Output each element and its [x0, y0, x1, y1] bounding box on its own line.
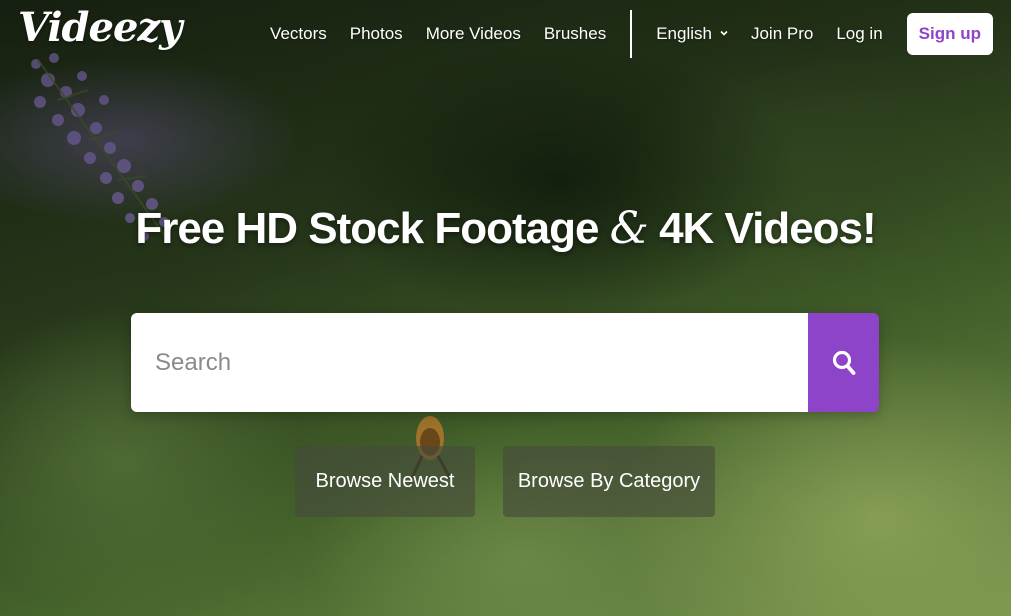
hero-title-part2: 4K Videos!	[659, 204, 877, 253]
nav-link-more-videos[interactable]: More Videos	[426, 24, 521, 44]
search-bar	[131, 313, 879, 412]
language-dropdown[interactable]: English	[656, 24, 728, 44]
chevron-down-icon	[720, 30, 728, 36]
nav-links: Vectors Photos More Videos Brushes Engli…	[270, 0, 993, 68]
browse-newest-button[interactable]: Browse Newest	[295, 446, 475, 517]
signup-button[interactable]: Sign up	[906, 13, 993, 55]
hero-title-part1: Free HD Stock Footage	[135, 204, 599, 253]
search-input[interactable]	[131, 313, 808, 412]
login-link[interactable]: Log in	[836, 24, 882, 44]
nav-link-photos[interactable]: Photos	[350, 24, 403, 44]
nav-link-brushes[interactable]: Brushes	[544, 24, 606, 44]
hero-title: Free HD Stock Footage & 4K Videos!	[0, 203, 1011, 254]
hero-title-ampersand: &	[609, 203, 649, 254]
videezy-logo[interactable]: Videezy	[18, 4, 182, 51]
nav-divider	[630, 10, 633, 58]
browse-by-category-button[interactable]: Browse By Category	[503, 446, 715, 517]
join-pro-link[interactable]: Join Pro	[751, 24, 813, 44]
search-button[interactable]	[808, 313, 879, 412]
search-icon	[832, 350, 855, 375]
hero-background-video	[0, 0, 1011, 616]
language-label: English	[656, 24, 712, 43]
top-navigation: Videezy Vectors Photos More Videos Brush…	[0, 0, 1011, 68]
browse-buttons: Browse Newest Browse By Category	[295, 446, 715, 517]
nav-link-vectors[interactable]: Vectors	[270, 24, 327, 44]
